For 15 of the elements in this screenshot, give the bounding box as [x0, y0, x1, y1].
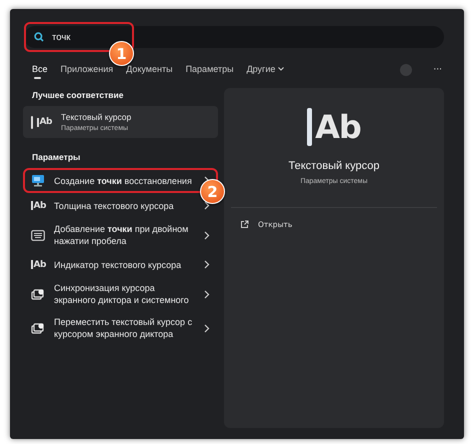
- preview-title: Текстовый курсор: [288, 160, 380, 172]
- settings-result[interactable]: Синхронизация курсора экранного диктора и системного: [23, 277, 218, 311]
- tab[interactable]: Параметры: [186, 60, 234, 80]
- tab[interactable]: Другие: [246, 60, 284, 80]
- step-number-badge: 1: [109, 41, 134, 66]
- section-heading: Лучшее соответствие: [31, 89, 124, 102]
- settings-result[interactable]: Переместить текстовый курсор с курсором экранного диктора: [23, 311, 218, 345]
- section-heading: Параметры: [31, 151, 82, 164]
- tab[interactable]: Все: [32, 60, 48, 80]
- settings-result[interactable]: Добавление точки при двойном нажатии пробела: [23, 218, 218, 252]
- more-button[interactable]: ···: [425, 65, 442, 75]
- search-input[interactable]: точк: [52, 32, 112, 42]
- result-title: Текстовый курсор: [61, 112, 132, 122]
- settings-result[interactable]: Ab Индикатор текстового курсора: [23, 252, 218, 277]
- step-number-badge: 2: [200, 179, 225, 204]
